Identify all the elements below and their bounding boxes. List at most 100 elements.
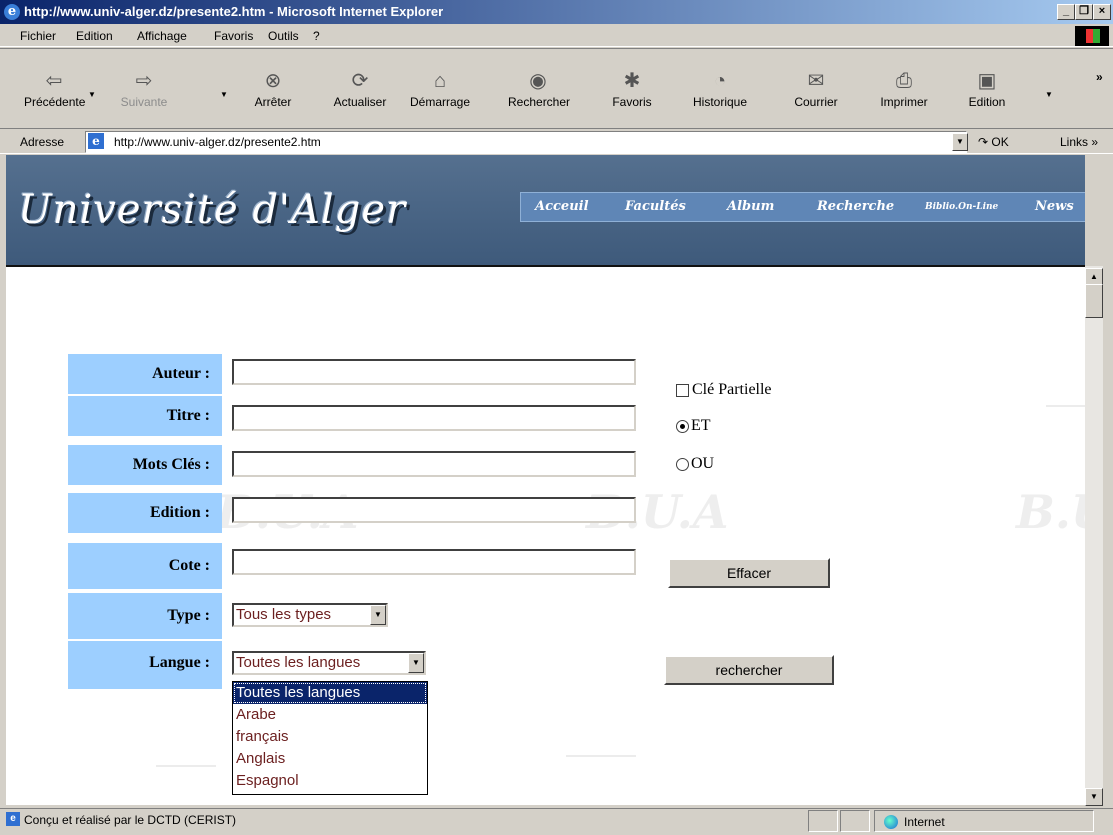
language-label: Langue : (68, 641, 222, 689)
status-pane (808, 810, 838, 832)
forward-arrow-icon: ⇨ (135, 70, 153, 92)
edition-input[interactable] (232, 497, 636, 523)
favorites-icon: ✱ (623, 70, 641, 92)
nav-acceuil[interactable]: Acceuil (535, 199, 589, 214)
menu-affichage[interactable]: Affichage (137, 29, 187, 43)
address-dropdown-icon[interactable]: ▼ (952, 133, 968, 151)
keywords-label: Mots Clés : (68, 445, 222, 485)
language-option[interactable]: français (233, 726, 427, 748)
refresh-button[interactable]: ⟳ Actualiser (330, 70, 390, 109)
search-icon: ◉ (529, 70, 547, 92)
mail-button[interactable]: ✉ Courrier (786, 70, 846, 109)
page-viewport: Université d'Alger Acceuil Facultés Albu… (6, 155, 1085, 805)
site-logo: Université d'Alger (18, 187, 407, 233)
go-button[interactable]: ↷ OK (978, 135, 1009, 149)
scroll-down-arrow-icon[interactable]: ▼ (1085, 788, 1103, 806)
author-label: Auteur : (68, 354, 222, 394)
site-nav: Acceuil Facultés Album Recherche Biblio.… (520, 192, 1085, 222)
site-header: Université d'Alger Acceuil Facultés Albu… (6, 155, 1085, 267)
status-text: Conçu et réalisé par le DCTD (CERIST) (24, 813, 237, 827)
cote-input[interactable] (232, 549, 636, 575)
language-select[interactable]: Toutes les langues ▼ (232, 651, 426, 675)
globe-icon (884, 815, 898, 829)
links-button[interactable]: Links » (1060, 135, 1098, 149)
menu-favoris[interactable]: Favoris (214, 29, 253, 43)
nav-facultes[interactable]: Facultés (625, 199, 686, 214)
page-icon: e (88, 133, 104, 149)
and-radio[interactable]: ET (676, 417, 711, 435)
back-button[interactable]: ⇦ Précédente (24, 70, 85, 109)
nav-recherche[interactable]: Recherche (817, 199, 894, 214)
go-arrow-icon: ↷ (978, 135, 989, 149)
radio-unselected[interactable] (676, 457, 689, 471)
favorites-button[interactable]: ✱ Favoris (602, 70, 662, 109)
type-label: Type : (68, 593, 222, 639)
language-option[interactable]: Arabe (233, 704, 427, 726)
forward-dropdown-icon[interactable]: ▼ (220, 90, 228, 99)
menu-outils[interactable]: Outils (268, 29, 299, 43)
checkbox-box[interactable] (676, 383, 689, 397)
scrollbar-thumb[interactable] (1085, 284, 1103, 318)
page-status-icon: e (6, 812, 20, 826)
zone-label: Internet (904, 815, 945, 829)
language-dropdown-list: Toutes les langues Arabe français Anglai… (232, 681, 428, 795)
vertical-scrollbar[interactable] (1085, 266, 1103, 806)
close-button[interactable]: × (1093, 4, 1111, 20)
edition-label: Edition : (68, 493, 222, 533)
or-label: OU (691, 455, 715, 472)
back-dropdown-icon[interactable]: ▼ (88, 90, 96, 99)
chevron-down-icon[interactable]: ▼ (408, 653, 424, 673)
nav-news[interactable]: News (1035, 199, 1074, 214)
watermark-text: B.U.A (1016, 485, 1085, 539)
menu-fichier[interactable]: Fichier (20, 29, 56, 43)
history-button[interactable]: ◔ Historique (690, 70, 750, 109)
edit-button[interactable]: ▣ Edition (957, 70, 1017, 109)
chevron-down-icon[interactable]: ▼ (370, 605, 386, 625)
menu-help[interactable]: ? (313, 29, 320, 43)
nav-biblio-online[interactable]: Biblio.On-Line (925, 202, 998, 212)
search-submit-button[interactable]: rechercher (664, 655, 834, 685)
mail-icon: ✉ (807, 70, 825, 92)
watermark-decoration (156, 765, 216, 767)
author-input[interactable] (232, 359, 636, 385)
type-select-value: Tous les types (236, 606, 332, 623)
title-bar: e http://www.univ-alger.dz/presente2.htm… (0, 0, 1113, 24)
type-select[interactable]: Tous les types ▼ (232, 603, 388, 627)
language-option[interactable]: Anglais (233, 748, 427, 770)
address-url[interactable]: http://www.univ-alger.dz/presente2.htm (114, 135, 321, 149)
toolbar-more-chevron[interactable]: » (1096, 70, 1103, 84)
edit-icon: ▣ (977, 70, 997, 92)
stop-button[interactable]: ⊗ Arrêter (243, 70, 303, 109)
nav-album[interactable]: Album (727, 199, 774, 214)
language-select-value: Toutes les langues (236, 654, 361, 671)
partial-key-checkbox[interactable]: Clé Partielle (676, 381, 772, 399)
status-pane (840, 810, 870, 832)
keywords-input[interactable] (232, 451, 636, 477)
ie-logo-icon: e (4, 4, 20, 20)
menu-edition[interactable]: Edition (76, 29, 113, 43)
radio-selected[interactable] (676, 419, 689, 433)
cote-label: Cote : (68, 543, 222, 589)
window-title: http://www.univ-alger.dz/presente2.htm -… (24, 4, 444, 19)
language-option[interactable]: Espagnol (233, 770, 427, 792)
stop-icon: ⊗ (264, 70, 282, 92)
minimize-button[interactable]: _ (1057, 4, 1075, 20)
print-icon: ⎙ (896, 70, 912, 92)
home-button[interactable]: ⌂ Démarrage (410, 70, 470, 109)
title-label: Titre : (68, 396, 222, 436)
refresh-icon: ⟳ (351, 70, 369, 92)
partial-key-label: Clé Partielle (692, 381, 772, 398)
history-icon: ◔ (713, 70, 727, 92)
address-label: Adresse (20, 135, 65, 149)
title-input[interactable] (232, 405, 636, 431)
maximize-button[interactable]: ❐ (1075, 4, 1093, 20)
print-button[interactable]: ⎙ Imprimer (874, 70, 934, 109)
search-button[interactable]: ◉ Rechercher (508, 70, 570, 109)
language-option[interactable]: Toutes les langues (233, 682, 427, 704)
edit-dropdown-icon[interactable]: ▼ (1045, 90, 1053, 99)
watermark-decoration (1046, 405, 1085, 407)
or-radio[interactable]: OU (676, 455, 714, 473)
clear-button[interactable]: Effacer (668, 558, 830, 588)
and-label: ET (691, 417, 711, 434)
forward-button[interactable]: ⇨ Suivante (114, 70, 174, 109)
